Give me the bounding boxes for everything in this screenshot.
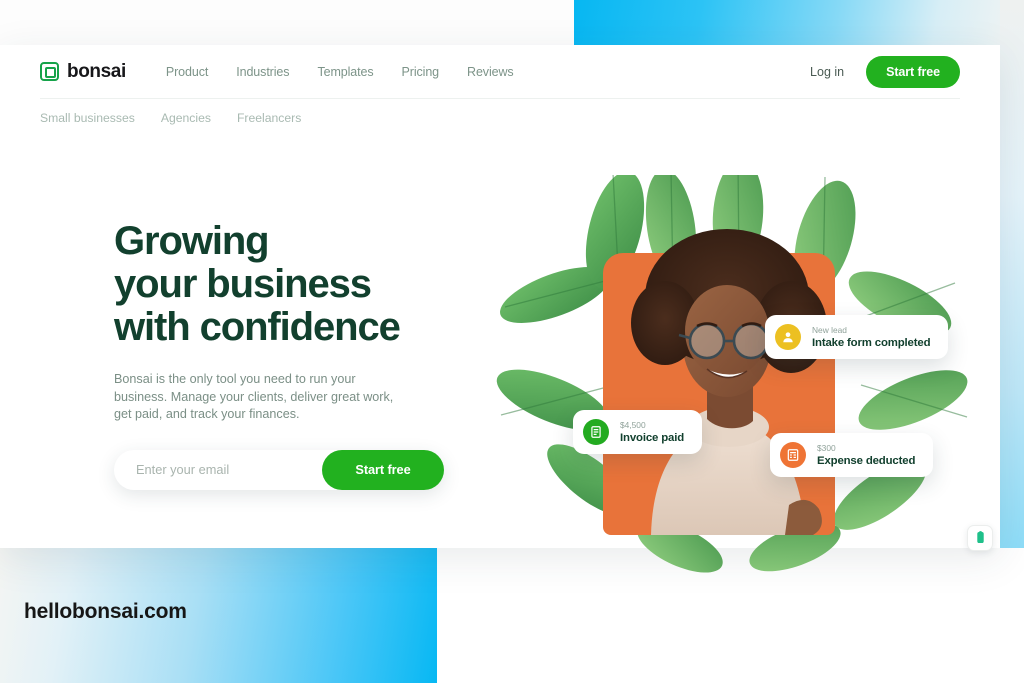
hero-copy: Growing your business with confidence Bo… [114,220,474,490]
top-navigation: bonsai Product Industries Templates Pric… [0,45,1000,98]
notification-card-expense-deducted[interactable]: $300 Expense deducted [770,433,934,477]
hero-subcopy: Bonsai is the only tool you need to run … [114,372,394,421]
page-title: Growing your business with confidence [114,220,474,349]
nav-link-templates[interactable]: Templates [317,65,373,79]
chat-bubble-icon [976,531,984,544]
notification-subtitle: $300 [817,442,836,453]
headline-line-1: Growing [114,219,270,263]
notification-card-invoice-paid[interactable]: $4,500 Invoice paid [573,410,703,454]
notification-title: Invoice paid [620,431,685,444]
headline-line-2: your business [114,262,372,306]
nav-link-industries[interactable]: Industries [236,65,289,79]
site-url-caption: hellobonsai.com [24,600,187,623]
background-gradient-top-right [574,0,1024,48]
start-free-submit-button[interactable]: Start free [322,449,444,490]
hero-portrait-photo [603,205,843,535]
background-gradient-right [1000,0,1024,560]
email-signup-form: Start free [114,449,444,490]
notification-card-new-lead[interactable]: New lead Intake form completed [765,315,949,359]
notification-title: Intake form completed [812,336,931,349]
notification-title: Expense deducted [817,454,916,467]
brand-name: bonsai [67,60,126,82]
subnav-link-agencies[interactable]: Agencies [161,111,211,125]
notification-subtitle: $4,500 [620,419,646,430]
subnav-link-small-businesses[interactable]: Small businesses [40,111,135,125]
start-free-nav-button[interactable]: Start free [866,55,960,88]
chat-support-widget[interactable] [967,525,993,551]
headline-line-3: with confidence [114,305,401,349]
secondary-navigation: Small businesses Agencies Freelancers [40,99,301,137]
nav-links: Product Industries Templates Pricing Rev… [166,65,514,79]
person-icon [775,324,801,350]
email-field[interactable] [114,462,322,477]
subnav-link-freelancers[interactable]: Freelancers [237,111,301,125]
notification-subtitle: New lead [812,324,847,335]
screenshot-stage: hellobonsai.com bonsai Product Industrie… [0,0,1024,683]
nav-link-reviews[interactable]: Reviews [467,65,514,79]
nav-link-product[interactable]: Product [166,65,208,79]
website-card: bonsai Product Industries Templates Pric… [0,45,1000,573]
nav-link-pricing[interactable]: Pricing [402,65,440,79]
login-link[interactable]: Log in [810,65,844,79]
calculator-icon [780,442,806,468]
bonsai-square-logo-icon [40,62,59,81]
invoice-icon [583,419,609,445]
brand-logo[interactable]: bonsai [40,61,126,83]
hero-illustration: New lead Intake form completed $4,500 In… [495,175,975,575]
nav-actions: Log in Start free [810,55,960,88]
